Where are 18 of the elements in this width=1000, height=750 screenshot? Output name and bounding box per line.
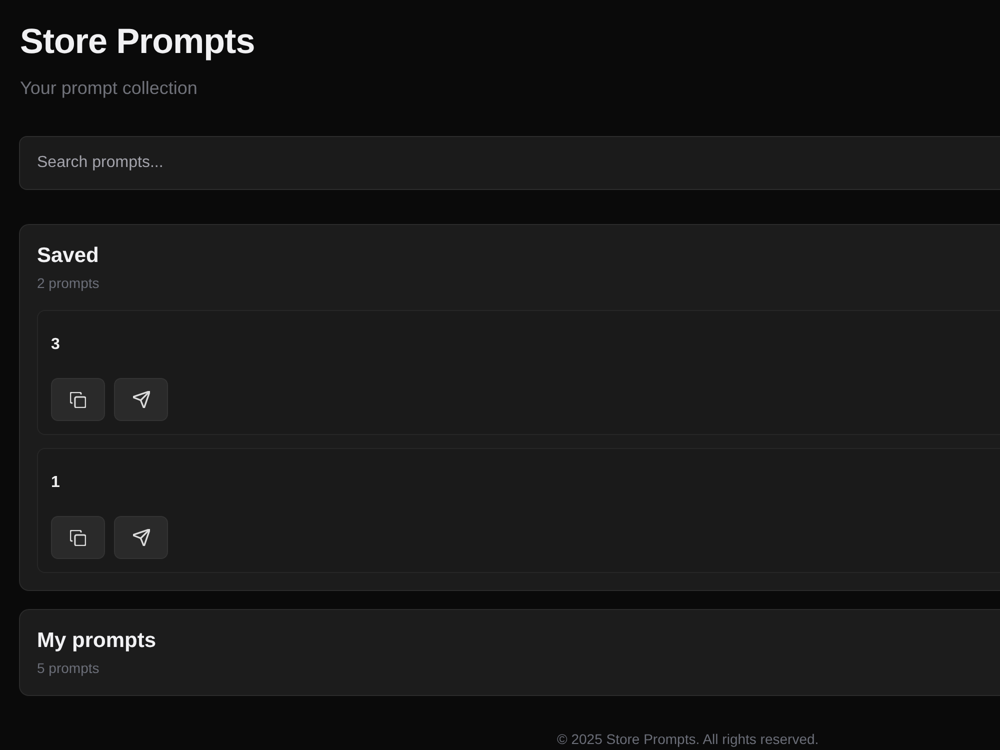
- send-button[interactable]: [114, 378, 168, 421]
- prompt-text: 3: [51, 335, 60, 355]
- copy-icon: [70, 392, 86, 408]
- page-title: Store Prompts: [20, 21, 255, 63]
- footer-copyright: © 2025 Store Prompts. All rights reserved.: [557, 731, 819, 747]
- prompt-count: 2 prompts: [37, 274, 100, 293]
- copy-button[interactable]: [51, 378, 105, 421]
- section-title: Saved: [37, 243, 99, 269]
- send-icon: [132, 391, 150, 408]
- search-field[interactable]: Search prompts...: [19, 136, 1000, 190]
- prompt-text: 1: [51, 473, 60, 493]
- section-title: My prompts: [37, 628, 156, 654]
- send-button[interactable]: [114, 516, 168, 559]
- copy-icon: [70, 530, 86, 546]
- prompt-count: 5 prompts: [37, 659, 100, 678]
- send-icon: [132, 529, 150, 546]
- page-subtitle: Your prompt collection: [20, 77, 198, 100]
- copy-button[interactable]: [51, 516, 105, 559]
